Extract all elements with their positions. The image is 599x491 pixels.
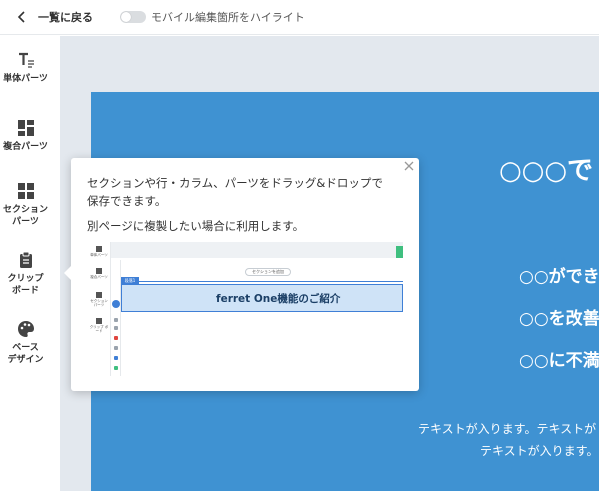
sidebar-item-single-parts[interactable]: 単体パーツ (0, 51, 51, 85)
close-icon[interactable] (403, 160, 415, 172)
sidebar-item-label: セクション パーツ (2, 205, 48, 227)
tooltip-illustration: 単体パーツ 複合パーツ セクション パーツ クリップ ボード セクションを追加 … (87, 242, 403, 376)
mini-sidebar-item: 複合パーツ (89, 268, 109, 279)
hero-title: ○○○で (499, 156, 594, 186)
mini-add-section-pill: セクションを追加 (245, 268, 291, 276)
clipboard-icon (19, 251, 32, 268)
mini-toolbar (111, 260, 121, 376)
hero-text: テキストが入ります。 (480, 444, 599, 458)
grid-icon (17, 120, 34, 136)
section-layout-icon (17, 183, 34, 199)
hero-line: ○○ができ (519, 267, 599, 287)
sidebar-item-label: クリップ ボード (7, 274, 44, 296)
text-format-icon (18, 52, 34, 68)
chevron-left-icon (17, 11, 25, 23)
sidebar-item-clipboard[interactable]: クリップ ボード (0, 251, 51, 297)
mini-canvas: セクションを追加 段落1 ferret One機能のご紹介 (121, 258, 403, 376)
tooltip-text: 保存できます。 (87, 194, 167, 208)
sidebar-item-label: 単体パーツ (3, 74, 48, 84)
sidebar-item-section-parts[interactable]: セクション パーツ (0, 182, 51, 228)
mini-tool-icon (114, 336, 118, 340)
sidebar-item-label: ベース デザイン (7, 343, 44, 365)
mobile-highlight-setting: モバイル編集箇所をハイライト (120, 8, 305, 26)
mobile-highlight-toggle[interactable] (120, 11, 146, 23)
mini-sidebar-item: セクション パーツ (89, 292, 109, 307)
mini-guide-line (123, 281, 403, 282)
top-bar: 一覧に戻る モバイル編集箇所をハイライト (0, 0, 599, 35)
hero-text: テキストが入ります。テキストが (418, 422, 597, 436)
mini-block-tag: 段落1 (121, 277, 139, 284)
sidebar-item-base-design[interactable]: ベース デザイン (0, 320, 51, 366)
sidebar-item-composite-parts[interactable]: 複合パーツ (0, 119, 51, 153)
mini-tool-icon (114, 366, 118, 370)
mini-add-icon (112, 300, 120, 308)
mini-block-heading: ferret One機能のご紹介 (216, 293, 341, 305)
back-to-list-button[interactable]: 一覧に戻る (16, 8, 93, 26)
mobile-highlight-label: モバイル編集箇所をハイライト (151, 11, 305, 24)
mini-tool-icon (114, 356, 118, 360)
palette-icon (17, 321, 34, 337)
back-to-list-label: 一覧に戻る (38, 11, 93, 24)
parts-sidebar: 単体パーツ 複合パーツ セクション パーツ クリップ ボード ベース デザイン (0, 36, 51, 491)
hero-line: ○○に不満 (519, 351, 599, 371)
mini-tool-icon (114, 318, 118, 322)
mini-sidebar-item: 単体パーツ (89, 246, 109, 257)
mini-sidebar-item: クリップ ボード (89, 318, 109, 333)
hero-line: ○○を改善 (519, 309, 599, 329)
mini-tool-icon (114, 346, 118, 350)
mini-selected-block: ferret One機能のご紹介 (121, 284, 403, 312)
clipboard-tooltip: セクションや行・カラム、パーツをドラッグ&ドロップで 保存できます。 別ページに… (64, 158, 419, 391)
sidebar-item-label: 複合パーツ (3, 142, 48, 152)
tooltip-text: セクションや行・カラム、パーツをドラッグ&ドロップで (87, 176, 383, 190)
tooltip-text: 別ページに複製したい場合に利用します。 (87, 219, 305, 233)
mini-sidebar: 単体パーツ 複合パーツ セクション パーツ クリップ ボード (87, 242, 111, 376)
mini-topbar (87, 242, 403, 258)
mini-tool-icon (114, 326, 118, 330)
